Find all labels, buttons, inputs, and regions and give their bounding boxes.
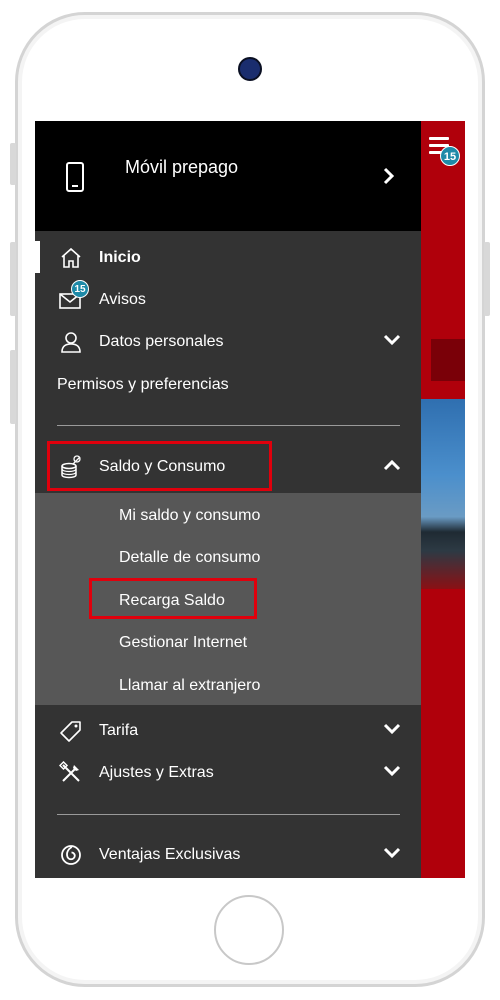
submenu-detalle-consumo[interactable]: Detalle de consumo — [119, 549, 260, 567]
chevron-down-icon — [383, 847, 401, 859]
menu-item-datos-personales[interactable]: Datos personales — [35, 322, 421, 362]
vodafone-logo-icon — [61, 845, 81, 865]
menu-item-label: Ajustes y Extras — [99, 764, 214, 781]
divider — [57, 814, 400, 815]
app-screen: 15 Móvil prepago Inicio 15 Avisos Datos … — [35, 121, 465, 878]
drawer-header[interactable]: Móvil prepago — [35, 121, 421, 231]
tools-icon — [59, 761, 80, 782]
highlight-recarga-saldo — [89, 578, 257, 619]
mute-switch — [10, 143, 16, 185]
chevron-down-icon — [383, 334, 401, 346]
menu-item-inicio[interactable]: Inicio — [35, 238, 421, 278]
tag-icon — [60, 721, 81, 742]
menu-item-label: Datos personales — [99, 333, 224, 350]
volume-down-button — [10, 350, 16, 424]
submenu-mi-saldo[interactable]: Mi saldo y consumo — [119, 507, 260, 525]
divider — [57, 425, 400, 426]
mobile-phone-icon — [66, 162, 84, 192]
menu-item-ajustes-extras[interactable]: Ajustes y Extras — [35, 753, 421, 793]
menu-notification-badge: 15 — [440, 146, 460, 166]
chevron-right-icon — [383, 167, 395, 185]
menu-item-permisos[interactable]: Permisos y preferencias — [57, 376, 229, 394]
side-drawer: Móvil prepago Inicio 15 Avisos Datos per… — [35, 121, 421, 878]
menu-item-tarifa[interactable]: Tarifa — [35, 711, 421, 751]
user-icon — [61, 332, 81, 353]
submenu-gestionar-internet[interactable]: Gestionar Internet — [119, 634, 247, 652]
volume-up-button — [10, 242, 16, 316]
home-button[interactable] — [214, 895, 284, 965]
menu-item-label: Inicio — [99, 249, 141, 266]
front-camera — [238, 57, 262, 81]
menu-item-label: Avisos — [99, 291, 146, 308]
menu-item-ventajas[interactable]: Ventajas Exclusivas — [35, 835, 421, 875]
menu-item-avisos[interactable]: 15 Avisos — [35, 280, 421, 320]
menu-item-label: Ventajas Exclusivas — [99, 846, 241, 863]
product-title: Móvil prepago — [125, 157, 239, 177]
chevron-down-icon — [383, 723, 401, 735]
chevron-down-icon — [383, 765, 401, 777]
submenu-llamar-extranjero[interactable]: Llamar al extranjero — [119, 677, 260, 695]
chevron-up-icon — [383, 459, 401, 471]
home-icon — [61, 247, 81, 268]
highlight-saldo-consumo — [47, 441, 272, 491]
avisos-count-badge: 15 — [71, 280, 89, 298]
menu-item-label: Tarifa — [99, 722, 139, 739]
background-banner — [431, 339, 465, 381]
background-photo — [421, 399, 465, 589]
background-content — [421, 121, 465, 878]
power-button — [484, 242, 490, 316]
